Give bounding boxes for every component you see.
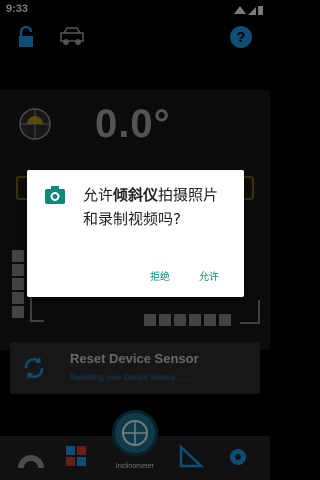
deny-button[interactable]: 拒绝: [150, 268, 170, 283]
dialog-app-name: 倾斜仪: [113, 186, 159, 204]
permission-dialog: 允许倾斜仪拍摄照片和录制视频吗? 拒绝 允许: [27, 170, 244, 297]
dialog-message: 允许倾斜仪拍摄照片和录制视频吗?: [83, 183, 233, 231]
dialog-message-prefix: 允许: [83, 186, 114, 204]
allow-button[interactable]: 允许: [199, 268, 219, 283]
camera-icon: [45, 186, 65, 204]
